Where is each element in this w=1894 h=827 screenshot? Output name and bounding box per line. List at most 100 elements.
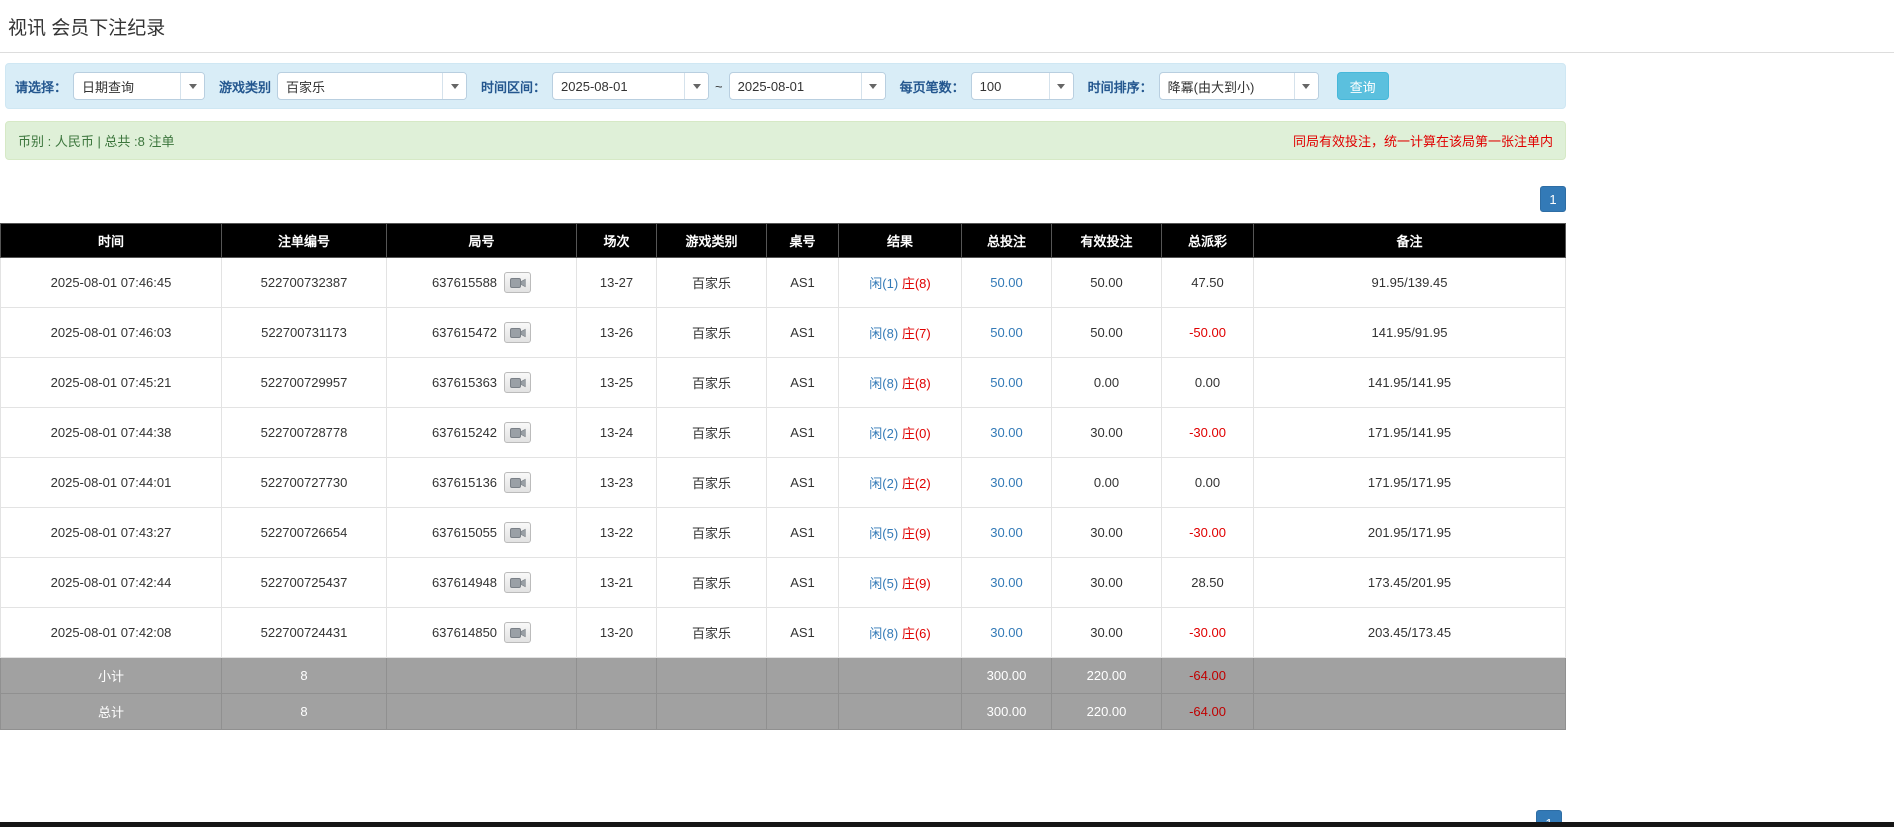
chevron-down-icon[interactable] [180,73,204,99]
chevron-down-icon[interactable] [442,73,466,99]
cell-total-bet[interactable]: 50.00 [962,258,1052,308]
cell-game-type: 百家乐 [657,408,767,458]
subtotal-empty-cell [577,658,657,694]
round-id: 637614948 [432,575,497,590]
grand-total-row: 总计 8 300.00 220.00 -64.00 [1,694,1566,730]
video-replay-button[interactable] [504,322,531,343]
video-icon [510,577,526,589]
cell-result: 闲(8) 庄(7) [839,308,962,358]
page-size-select[interactable]: 100 [971,72,1074,100]
subtotal-count: 8 [222,658,387,694]
game-type-select[interactable]: 百家乐 [277,72,467,100]
round-id: 637615242 [432,425,497,440]
cell-session: 13-20 [577,608,657,658]
table-row: 2025-08-01 07:44:38522700728778637615242… [1,408,1566,458]
page-size-value: 100 [972,73,1049,99]
col-header-total-bet: 总投注 [962,224,1052,258]
col-header-result: 结果 [839,224,962,258]
result-banker: 庄(2) [902,476,931,491]
cell-payout: -30.00 [1162,508,1254,558]
cell-game-type: 百家乐 [657,308,767,358]
cell-payout: 28.50 [1162,558,1254,608]
col-header-table-no: 桌号 [767,224,839,258]
cell-result: 闲(5) 庄(9) [839,558,962,608]
video-icon [510,427,526,439]
cell-total-bet[interactable]: 30.00 [962,558,1052,608]
result-banker: 庄(9) [902,576,931,591]
result-player: 闲(8) [869,376,898,391]
col-header-session: 场次 [577,224,657,258]
grand-total-empty-cell [1254,694,1566,730]
cell-table-no: AS1 [767,258,839,308]
cell-round-id: 637614850 [387,608,577,658]
cell-bet-id: 522700727730 [222,458,387,508]
cell-total-bet[interactable]: 50.00 [962,308,1052,358]
video-replay-button[interactable] [504,472,531,493]
cell-game-type: 百家乐 [657,508,767,558]
video-replay-button[interactable] [504,622,531,643]
cell-valid-bet: 0.00 [1052,458,1162,508]
cell-time: 2025-08-01 07:46:03 [1,308,222,358]
cell-valid-bet: 30.00 [1052,408,1162,458]
game-type-label: 游戏类别 [219,77,271,96]
cell-valid-bet: 30.00 [1052,508,1162,558]
cell-total-bet[interactable]: 30.00 [962,508,1052,558]
video-icon [510,527,526,539]
cell-total-bet[interactable]: 30.00 [962,408,1052,458]
subtotal-total-bet: 300.00 [962,658,1052,694]
col-header-valid-bet: 有效投注 [1052,224,1162,258]
video-replay-button[interactable] [504,272,531,293]
cell-valid-bet: 30.00 [1052,608,1162,658]
col-header-time: 时间 [1,224,222,258]
result-player: 闲(5) [869,576,898,591]
pagination-top: 1 [0,186,1566,212]
subtotal-empty-cell [839,658,962,694]
page-title: 视讯 会员下注纪录 [0,0,1894,53]
table-row: 2025-08-01 07:42:44522700725437637614948… [1,558,1566,608]
cell-payout: -30.00 [1162,408,1254,458]
chevron-down-icon[interactable] [684,73,708,99]
cell-bet-id: 522700729957 [222,358,387,408]
cell-round-id: 637615055 [387,508,577,558]
cell-total-bet[interactable]: 30.00 [962,608,1052,658]
subtotal-empty-cell [767,658,839,694]
video-replay-button[interactable] [504,522,531,543]
sort-order-label: 时间排序： [1088,77,1153,96]
result-player: 闲(2) [869,476,898,491]
content-area: 请选择： 日期查询 游戏类别 百家乐 时间区间： 2025-08-01 ~ 20… [0,63,1566,730]
game-type-value: 百家乐 [278,73,442,99]
chevron-down-icon[interactable] [861,73,885,99]
video-replay-button[interactable] [504,572,531,593]
grand-total-label: 总计 [1,694,222,730]
video-replay-button[interactable] [504,422,531,443]
table-body: 2025-08-01 07:46:45522700732387637615588… [1,258,1566,658]
col-header-note: 备注 [1254,224,1566,258]
date-to-select[interactable]: 2025-08-01 [729,72,886,100]
cell-bet-id: 522700732387 [222,258,387,308]
chevron-down-icon[interactable] [1049,73,1073,99]
chevron-down-icon[interactable] [1294,73,1318,99]
query-button[interactable]: 查询 [1337,72,1389,100]
cell-table-no: AS1 [767,408,839,458]
cell-time: 2025-08-01 07:42:08 [1,608,222,658]
cell-total-bet[interactable]: 30.00 [962,458,1052,508]
grand-total-payout: -64.00 [1162,694,1254,730]
video-replay-button[interactable] [504,372,531,393]
query-type-select[interactable]: 日期查询 [73,72,205,100]
cell-total-bet[interactable]: 50.00 [962,358,1052,408]
cell-round-id: 637615472 [387,308,577,358]
select-type-label: 请选择： [15,77,67,96]
cell-session: 13-24 [577,408,657,458]
currency-total-text: 币别 : 人民币 | 总共 :8 注单 [18,131,175,150]
sort-order-select[interactable]: 降冪(由大到小) [1159,72,1319,100]
cell-result: 闲(8) 庄(6) [839,608,962,658]
page-button[interactable]: 1 [1540,186,1566,212]
cell-round-id: 637614948 [387,558,577,608]
result-player: 闲(2) [869,426,898,441]
cell-note: 91.95/139.45 [1254,258,1566,308]
footer-bar [0,822,1894,827]
cell-table-no: AS1 [767,358,839,408]
cell-table-no: AS1 [767,558,839,608]
date-from-select[interactable]: 2025-08-01 [552,72,709,100]
round-id: 637615363 [432,375,497,390]
